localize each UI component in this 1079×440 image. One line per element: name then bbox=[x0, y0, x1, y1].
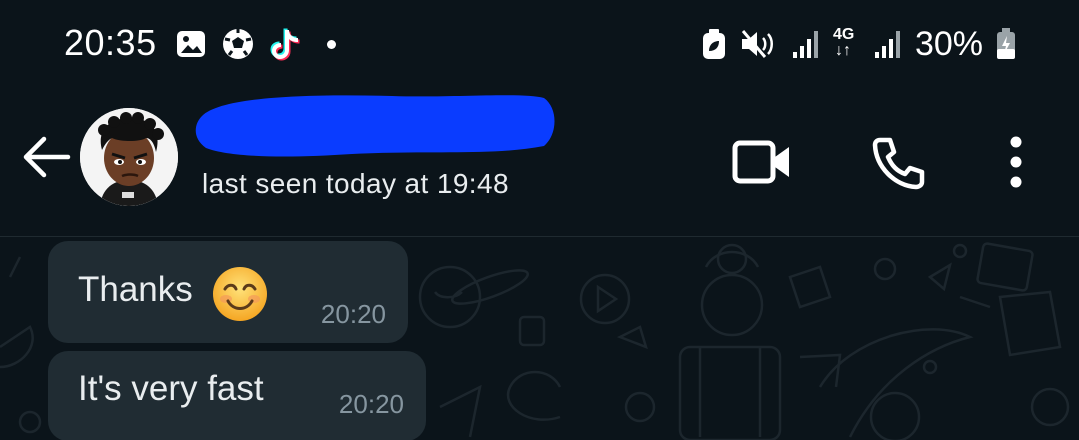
contact-avatar[interactable] bbox=[80, 108, 178, 206]
back-arrow-icon bbox=[23, 136, 71, 178]
tiktok-icon bbox=[270, 28, 300, 61]
message-timestamp: 20:20 bbox=[320, 299, 386, 329]
message-timestamp: 20:20 bbox=[338, 389, 404, 419]
4g-data-icon: 4G ↓↑ bbox=[833, 26, 861, 62]
signal-icon bbox=[874, 31, 900, 58]
status-bar: 20:35 4G ↓↑ 30% bbox=[0, 0, 1079, 88]
message-bubble[interactable]: Thanks 20:20 bbox=[48, 241, 408, 343]
battery-charging-icon bbox=[997, 28, 1015, 59]
notification-dot bbox=[327, 39, 336, 49]
mute-icon bbox=[741, 30, 773, 58]
avatar-cartoon-image bbox=[80, 108, 178, 206]
last-seen-status: last seen today at 19:48 bbox=[202, 168, 509, 199]
contact-name[interactable] bbox=[192, 90, 558, 162]
smiling-face-emoji bbox=[213, 267, 267, 321]
soccer-ball-icon bbox=[223, 29, 253, 59]
chat-header: last seen today at 19:48 bbox=[0, 88, 1079, 236]
status-time: 20:35 bbox=[64, 22, 157, 63]
status-left-icons bbox=[175, 26, 336, 62]
gallery-icon bbox=[177, 31, 205, 57]
data-arrows-icon: ↓↑ bbox=[834, 42, 851, 59]
chat-messages-area[interactable]: Thanks 20:20 It's very fast 20:20 bbox=[0, 237, 1079, 440]
message-text: It's very fast bbox=[78, 369, 264, 408]
video-call-button[interactable] bbox=[730, 130, 794, 194]
message-bubble[interactable]: It's very fast 20:20 bbox=[48, 351, 426, 440]
more-options-icon bbox=[1010, 136, 1022, 188]
more-options-button[interactable] bbox=[984, 130, 1048, 194]
back-button[interactable] bbox=[20, 130, 74, 184]
battery-percent: 30% bbox=[914, 24, 983, 63]
message-text: Thanks bbox=[78, 270, 193, 309]
voice-call-icon bbox=[872, 137, 925, 190]
voice-call-button[interactable] bbox=[866, 130, 930, 194]
redaction-scribble bbox=[195, 95, 555, 157]
video-call-icon bbox=[732, 140, 789, 184]
signal-icon bbox=[792, 31, 818, 58]
status-right-icons: 4G ↓↑ 30% bbox=[701, 24, 1017, 64]
battery-saver-icon bbox=[702, 29, 725, 59]
